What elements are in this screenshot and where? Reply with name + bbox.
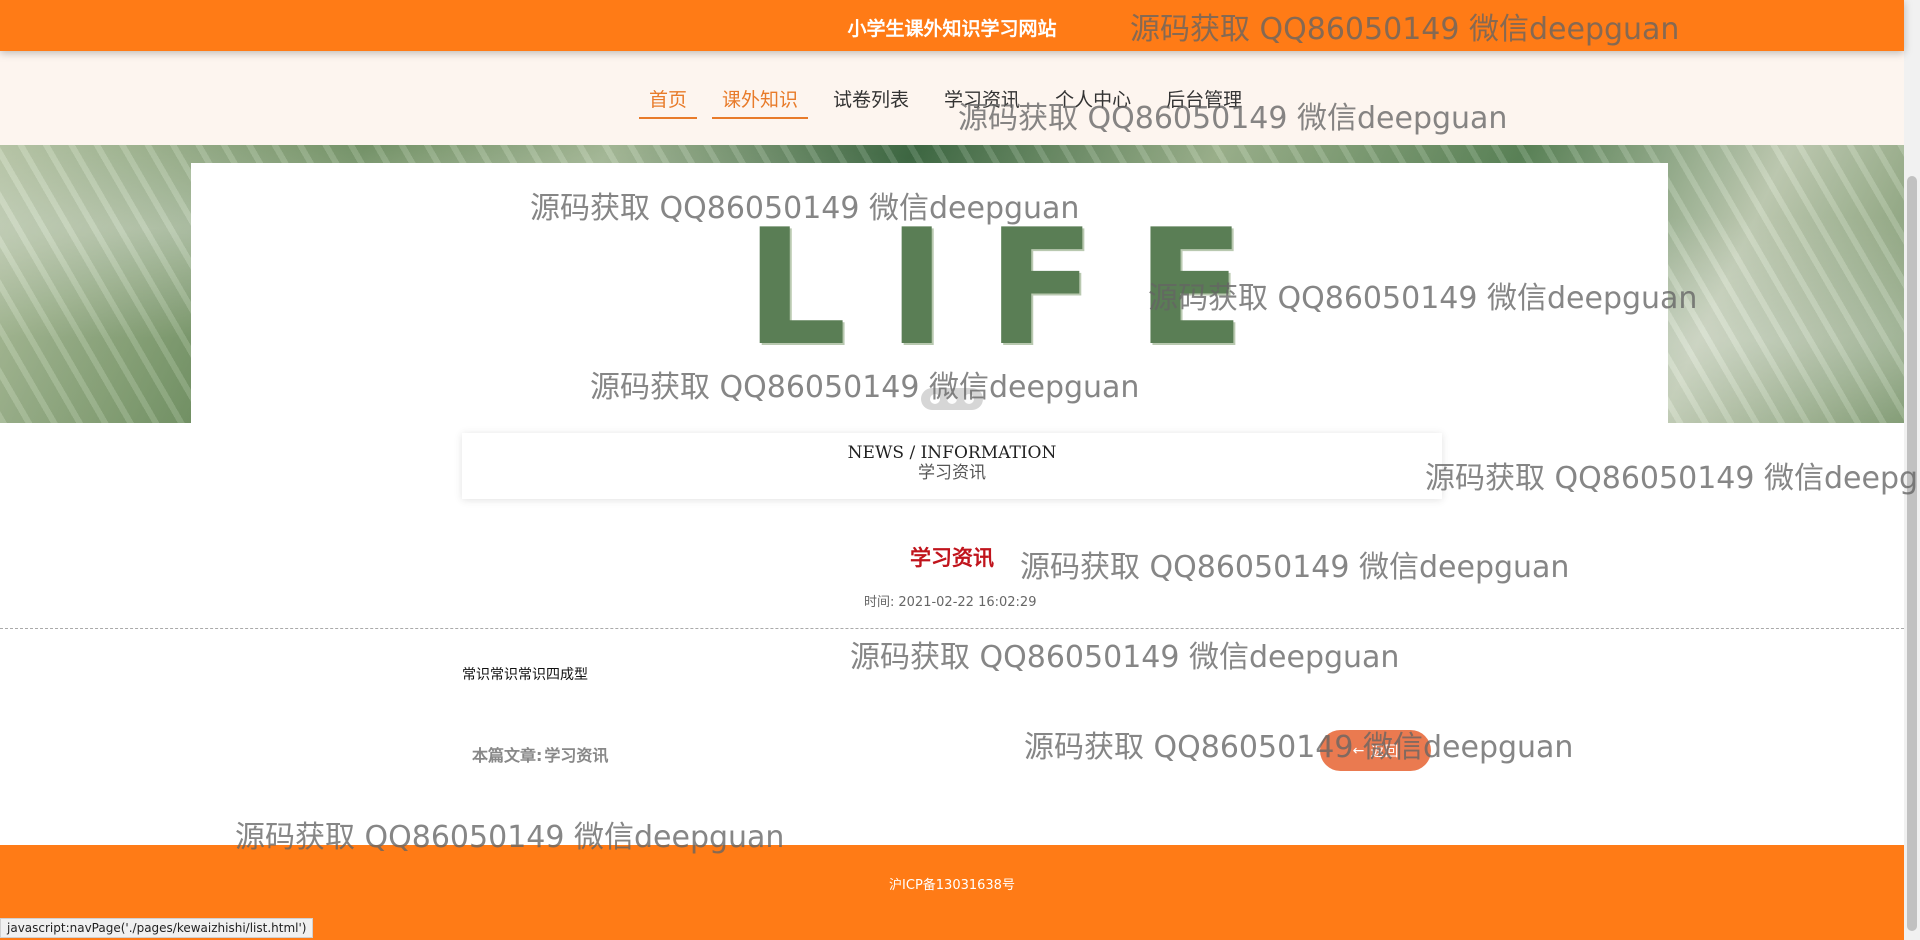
time-value: 2021-02-22 16:02:29 bbox=[898, 595, 1037, 610]
arrow-left-icon: ← bbox=[1352, 742, 1365, 759]
article-content: 常识常识常识四成型 bbox=[462, 667, 588, 683]
source-label: 本篇文章: bbox=[472, 746, 543, 765]
icp-license: 沪ICP备13031638号 bbox=[889, 878, 1015, 893]
site-title: 小学生课外知识学习网站 bbox=[847, 18, 1057, 40]
source-value: 学习资讯 bbox=[544, 746, 609, 765]
nav-item-home[interactable]: 首页 bbox=[639, 85, 698, 119]
page: 小学生课外知识学习网站 首页 课外知识 试卷列表 学习资讯 个人中心 后台管理 … bbox=[0, 0, 1920, 940]
nav-item-personal-center[interactable]: 个人中心 bbox=[1045, 85, 1141, 119]
divider bbox=[0, 628, 1904, 629]
carousel-dot-1[interactable] bbox=[930, 394, 940, 404]
article-source: 本篇文章: 学习资讯 bbox=[472, 742, 610, 766]
nav-item-exam-list[interactable]: 试卷列表 bbox=[823, 85, 919, 119]
section-heading: NEWS / INFORMATION 学习资讯 bbox=[462, 433, 1442, 499]
article-time: 时间: 2021-02-22 16:02:29 bbox=[864, 591, 1040, 610]
page-scrollbar[interactable] bbox=[1904, 0, 1920, 940]
article-title: 学习资讯 bbox=[910, 546, 994, 570]
watermark-text: 源码获取 QQ86050149 微信deepguan bbox=[850, 640, 1400, 675]
carousel-dot-2[interactable] bbox=[947, 394, 957, 404]
back-button-label: 返回 bbox=[1370, 743, 1399, 760]
nav-item-study-news[interactable]: 学习资讯 bbox=[934, 85, 1030, 119]
section-title-zh: 学习资讯 bbox=[918, 463, 986, 483]
banner-carousel[interactable]: LIFE bbox=[0, 145, 1904, 423]
carousel-dot-3[interactable] bbox=[964, 394, 974, 404]
status-bar-url: javascript:navPage('./pages/kewaizhishi/… bbox=[0, 918, 314, 938]
main-nav: 首页 课外知识 试卷列表 学习资讯 个人中心 后台管理 bbox=[0, 51, 1904, 145]
time-label: 时间: bbox=[864, 595, 895, 610]
top-bar: 小学生课外知识学习网站 bbox=[0, 0, 1904, 51]
scrollbar-thumb[interactable] bbox=[1907, 176, 1917, 931]
carousel-indicators bbox=[921, 388, 983, 410]
nav-item-extracurricular-knowledge[interactable]: 课外知识 bbox=[712, 85, 809, 119]
watermark-text: 源码获取 QQ86050149 微信deepguan bbox=[1024, 730, 1574, 765]
section-title-en: NEWS / INFORMATION bbox=[847, 443, 1057, 463]
back-button[interactable]: ← 返回 bbox=[1320, 730, 1431, 771]
nav-item-admin[interactable]: 后台管理 bbox=[1156, 85, 1252, 119]
watermark-text: 源码获取 QQ86050149 微信deepgu bbox=[1425, 461, 1920, 496]
banner-life-text: LIFE bbox=[745, 194, 1286, 381]
